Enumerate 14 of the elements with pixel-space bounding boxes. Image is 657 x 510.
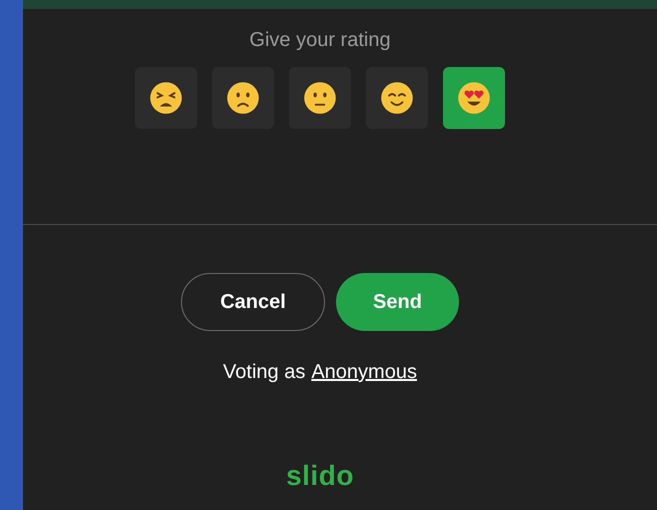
- slido-logo: slido: [286, 459, 354, 493]
- rating-option[interactable]: [366, 67, 428, 129]
- emoji-face-icon: [303, 81, 337, 115]
- rating-prompt: Give your rating: [249, 28, 391, 53]
- rating-option[interactable]: [212, 67, 274, 129]
- emoji-face-icon: [380, 81, 414, 115]
- emoji-face-icon: [457, 81, 491, 115]
- anonymous-link[interactable]: Anonymous: [311, 357, 417, 387]
- cancel-button[interactable]: Cancel: [181, 273, 325, 331]
- rating-option[interactable]: [289, 67, 351, 129]
- emoji-face-icon: [226, 81, 260, 115]
- voting-label: Voting as: [223, 360, 306, 385]
- rating-option[interactable]: [135, 67, 197, 129]
- emoji-face-icon: [149, 81, 183, 115]
